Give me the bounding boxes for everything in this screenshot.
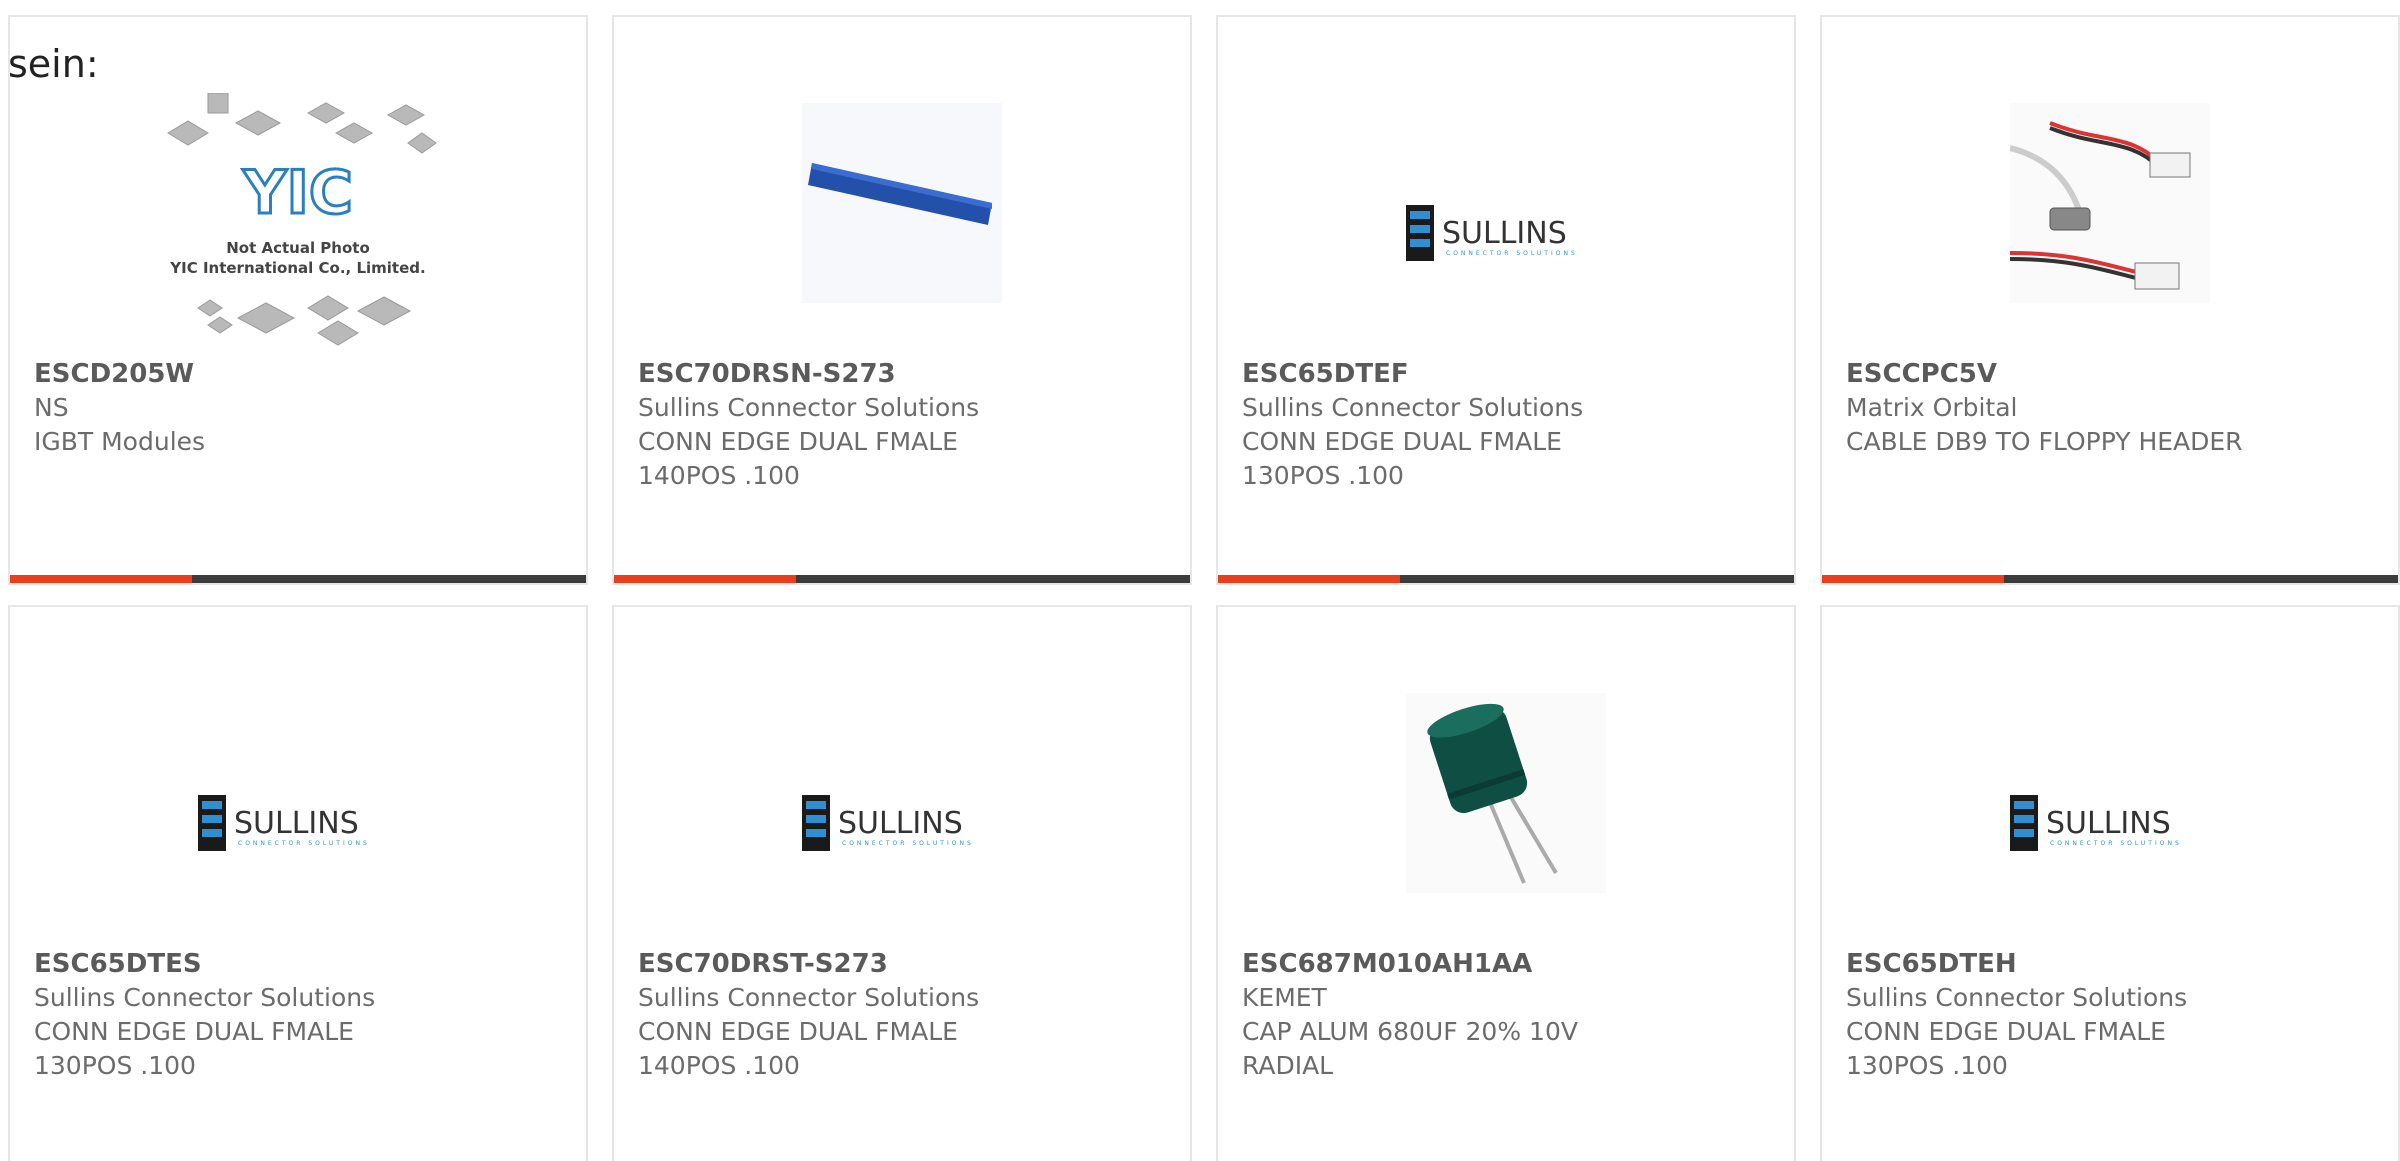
product-card[interactable]: ESCCPC5V Matrix Orbital CABLE DB9 TO FLO… — [1820, 15, 2400, 585]
part-number-link[interactable]: ESC65DTES — [34, 947, 566, 981]
product-info: ESC687M010AH1AA KEMET CAP ALUM 680UF 20%… — [1242, 947, 1774, 1083]
manufacturer: KEMET — [1242, 983, 1327, 1012]
capacitor-image — [1406, 693, 1606, 893]
sullins-logo-image: SULLINS CONNECTOR SOLUTIONS — [802, 795, 974, 851]
product-card[interactable]: SULLINS CONNECTOR SOLUTIONS ESC70DRST-S2… — [612, 605, 1192, 1161]
product-image-area: SULLINS CONNECTOR SOLUTIONS — [614, 663, 1190, 903]
card-accent-bar — [614, 575, 796, 583]
description: IGBT Modules — [34, 427, 206, 456]
product-card[interactable]: ESC70DRSN-S273 Sullins Connector Solutio… — [612, 15, 1192, 585]
part-number-link[interactable]: ESCCPC5V — [1846, 357, 2378, 391]
yic-line1: Not Actual Photo — [226, 239, 370, 257]
product-listing-page: sein: YIC Not Actual Photo YIC Internati… — [0, 0, 2400, 1161]
db9-cable-image — [2010, 103, 2210, 303]
part-number-link[interactable]: ESC70DRSN-S273 — [638, 357, 1170, 391]
blue-edge-connector-image — [802, 103, 1002, 303]
svg-text:CONNECTOR SOLUTIONS: CONNECTOR SOLUTIONS — [2050, 840, 2182, 847]
svg-text:SULLINS: SULLINS — [1442, 216, 1567, 251]
part-number-link[interactable]: ESC687M010AH1AA — [1242, 947, 1774, 981]
card-footer-bar — [1822, 575, 2398, 583]
description: CONN EDGE DUAL FMALE — [1242, 427, 1562, 456]
description: CONN EDGE DUAL FMALE — [34, 1017, 354, 1046]
product-image-area: SULLINS CONNECTOR SOLUTIONS — [10, 663, 586, 903]
svg-text:CONNECTOR SOLUTIONS: CONNECTOR SOLUTIONS — [1446, 250, 1578, 257]
product-info: ESCCPC5V Matrix Orbital CABLE DB9 TO FLO… — [1846, 357, 2378, 459]
description-line2: 130POS .100 — [1846, 1051, 2008, 1080]
card-footer-bar — [10, 575, 586, 583]
product-info: ESC70DRSN-S273 Sullins Connector Solutio… — [638, 357, 1170, 493]
description-line2: 140POS .100 — [638, 1051, 800, 1080]
product-info: ESC70DRST-S273 Sullins Connector Solutio… — [638, 947, 1170, 1083]
description-line2: 130POS .100 — [1242, 461, 1404, 490]
manufacturer: NS — [34, 393, 69, 422]
card-accent-bar — [1822, 575, 2004, 583]
manufacturer: Sullins Connector Solutions — [638, 393, 980, 422]
product-card[interactable]: SULLINS CONNECTOR SOLUTIONS ESC65DTES Su… — [8, 605, 588, 1161]
sullins-logo-image: SULLINS CONNECTOR SOLUTIONS — [198, 795, 370, 851]
svg-text:SULLINS: SULLINS — [234, 806, 359, 841]
part-number-link[interactable]: ESCD205W — [34, 357, 566, 391]
product-grid: YIC Not Actual Photo YIC International C… — [8, 15, 2400, 1161]
description: CONN EDGE DUAL FMALE — [638, 427, 958, 456]
product-info: ESC65DTES Sullins Connector Solutions CO… — [34, 947, 566, 1083]
intro-text: sein: — [8, 42, 99, 86]
card-footer-bar — [1218, 575, 1794, 583]
product-image-area: SULLINS CONNECTOR SOLUTIONS — [1218, 73, 1794, 313]
product-info: ESC65DTEH Sullins Connector Solutions CO… — [1846, 947, 2378, 1083]
manufacturer: Matrix Orbital — [1846, 393, 2018, 422]
yic-line2: YIC International Co., Limited. — [169, 259, 425, 277]
manufacturer: Sullins Connector Solutions — [1846, 983, 2188, 1012]
description: CABLE DB9 TO FLOPPY HEADER — [1846, 427, 2243, 456]
product-card[interactable]: ESC687M010AH1AA KEMET CAP ALUM 680UF 20%… — [1216, 605, 1796, 1161]
product-image-area: YIC Not Actual Photo YIC International C… — [10, 73, 586, 346]
product-card[interactable]: SULLINS CONNECTOR SOLUTIONS ESC65DTEF Su… — [1216, 15, 1796, 585]
card-accent-bar — [10, 575, 192, 583]
sullins-logo-image: SULLINS CONNECTOR SOLUTIONS — [1406, 205, 1578, 261]
description: CONN EDGE DUAL FMALE — [1846, 1017, 2166, 1046]
svg-text:SULLINS: SULLINS — [2046, 806, 2171, 841]
product-image-area — [614, 73, 1190, 313]
description: CAP ALUM 680UF 20% 10V — [1242, 1017, 1578, 1046]
part-number-link[interactable]: ESC70DRST-S273 — [638, 947, 1170, 981]
svg-text:YIC: YIC — [242, 158, 353, 228]
svg-text:CONNECTOR SOLUTIONS: CONNECTOR SOLUTIONS — [842, 840, 974, 847]
description-line2: 140POS .100 — [638, 461, 800, 490]
sullins-logo-image: SULLINS CONNECTOR SOLUTIONS — [2010, 795, 2182, 851]
product-image-area — [1822, 73, 2398, 313]
svg-text:CONNECTOR SOLUTIONS: CONNECTOR SOLUTIONS — [238, 840, 370, 847]
product-image-area: SULLINS CONNECTOR SOLUTIONS — [1822, 663, 2398, 903]
product-info: ESC65DTEF Sullins Connector Solutions CO… — [1242, 357, 1774, 493]
card-accent-bar — [1218, 575, 1400, 583]
manufacturer: Sullins Connector Solutions — [638, 983, 980, 1012]
description-line2: 130POS .100 — [34, 1051, 196, 1080]
description: CONN EDGE DUAL FMALE — [638, 1017, 958, 1046]
card-footer-bar — [614, 575, 1190, 583]
svg-text:SULLINS: SULLINS — [838, 806, 963, 841]
description-line2: RADIAL — [1242, 1051, 1334, 1080]
product-card[interactable]: YIC Not Actual Photo YIC International C… — [8, 15, 588, 585]
part-number-link[interactable]: ESC65DTEF — [1242, 357, 1774, 391]
product-info: ESCD205W NS IGBT Modules — [34, 357, 566, 459]
yic-placeholder-image: YIC Not Actual Photo YIC International C… — [167, 93, 437, 346]
part-number-link[interactable]: ESC65DTEH — [1846, 947, 2378, 981]
manufacturer: Sullins Connector Solutions — [1242, 393, 1584, 422]
product-image-area — [1218, 663, 1794, 903]
product-card[interactable]: SULLINS CONNECTOR SOLUTIONS ESC65DTEH Su… — [1820, 605, 2400, 1161]
manufacturer: Sullins Connector Solutions — [34, 983, 376, 1012]
